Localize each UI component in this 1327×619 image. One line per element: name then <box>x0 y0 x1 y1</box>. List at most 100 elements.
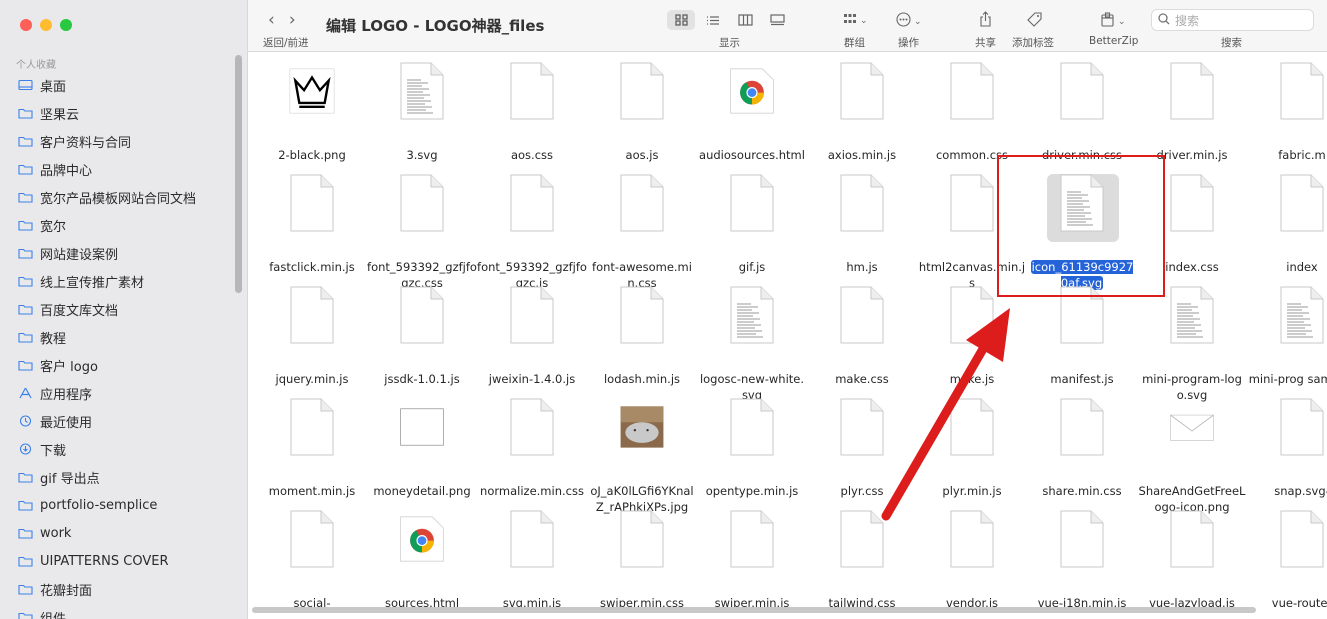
minimize-button[interactable] <box>40 19 52 31</box>
file-name: 3.svg <box>406 148 438 162</box>
document-icon <box>697 286 807 350</box>
tag-button[interactable] <box>1027 12 1042 31</box>
folder-icon <box>18 359 33 371</box>
sidebar-item[interactable]: UIPATTERNS COVER <box>18 547 230 575</box>
file-name: 2-black.png <box>278 148 346 162</box>
file-name: axios.min.js <box>827 148 897 162</box>
horizontal-scrollbar[interactable] <box>252 607 1256 613</box>
sidebar-item[interactable]: 最近使用 <box>18 407 230 435</box>
file-name: vue-router <box>1271 596 1327 610</box>
betterzip-label: BetterZip <box>1089 35 1139 47</box>
sidebar-item[interactable]: 客户资料与合同 <box>18 127 230 155</box>
list-view-icon[interactable] <box>699 10 727 30</box>
file-name: manifest.js <box>1050 372 1114 386</box>
document-icon <box>587 510 697 574</box>
file-name: jweixin-1.4.0.js <box>488 372 576 386</box>
document-icon <box>807 286 917 350</box>
document-icon <box>697 510 807 574</box>
sidebar-item[interactable]: 网站建设案例 <box>18 239 230 267</box>
folder-icon <box>18 247 33 259</box>
ellipsis-circle-icon <box>896 12 911 31</box>
image-thumbnail-icon <box>587 398 697 462</box>
document-icon <box>1247 62 1327 126</box>
nav-buttons: ‹ › <box>268 10 296 30</box>
sidebar-item[interactable]: 桌面 <box>18 71 230 99</box>
share-icon <box>979 11 992 31</box>
sidebar-item[interactable]: 百度文库文档 <box>18 295 230 323</box>
icon-view-icon[interactable] <box>667 10 695 30</box>
action-button[interactable]: ⌄ <box>896 12 922 31</box>
document-icon <box>257 510 367 574</box>
action-label: 操作 <box>898 37 919 49</box>
chrome-html-icon <box>367 510 477 574</box>
sidebar-item[interactable]: 线上宣传推广素材 <box>18 267 230 295</box>
desktop-icon <box>18 79 33 91</box>
sidebar-item[interactable]: 组件 <box>18 603 230 619</box>
sidebar-item[interactable]: 品牌中心 <box>18 155 230 183</box>
document-icon <box>807 510 917 574</box>
share-button[interactable] <box>979 11 992 31</box>
sidebar-item[interactable]: 下载 <box>18 435 230 463</box>
sidebar-item-label: 坚果云 <box>40 107 80 123</box>
sidebar-item-label: UIPATTERNS COVER <box>40 553 169 569</box>
sidebar-scrollbar[interactable] <box>235 55 242 293</box>
sidebar-item-label: 品牌中心 <box>40 163 93 179</box>
document-icon <box>807 398 917 462</box>
sidebar-item-label: work <box>40 525 72 541</box>
folder-icon <box>18 331 33 343</box>
document-icon <box>1247 286 1327 350</box>
document-icon <box>1027 62 1137 126</box>
sidebar-item[interactable]: 花瓣封面 <box>18 575 230 603</box>
share-label: 共享 <box>975 37 996 49</box>
sidebar-item-label: 教程 <box>40 331 67 347</box>
search-field[interactable]: 搜索 <box>1151 9 1314 31</box>
file-name: jssdk-1.0.1.js <box>384 372 460 386</box>
sidebar-section-title: 个人收藏 <box>16 60 56 71</box>
file-name: audiosources.html <box>699 148 805 162</box>
sidebar-item[interactable]: work <box>18 519 230 547</box>
tag-icon <box>1027 12 1042 31</box>
folder-icon <box>18 163 33 175</box>
sidebar-item-label: 桌面 <box>40 79 67 95</box>
document-icon <box>257 398 367 462</box>
sidebar-item[interactable]: 客户 logo <box>18 351 230 379</box>
sidebar-item-label: 客户 logo <box>40 359 98 375</box>
document-icon <box>587 174 697 238</box>
sidebar-item[interactable]: portfolio-semplice <box>18 491 230 519</box>
betterzip-button[interactable]: ⌄ <box>1100 12 1126 31</box>
sidebar-item[interactable]: 教程 <box>18 323 230 351</box>
file-name: hm.js <box>846 260 878 274</box>
forward-arrow-icon[interactable]: › <box>289 10 296 30</box>
column-view-icon[interactable] <box>731 10 759 30</box>
sidebar-item[interactable]: 宽尔 <box>18 211 230 239</box>
group-button[interactable]: ⌄ <box>843 13 868 29</box>
folder-icon <box>18 471 33 483</box>
file-name: normalize.min.css <box>480 484 584 498</box>
sidebar-item-label: 下载 <box>40 443 67 459</box>
document-icon <box>697 398 807 462</box>
sidebar-item[interactable]: 宽尔产品模板网站合同文档 <box>18 183 230 211</box>
document-icon <box>917 398 1027 462</box>
document-icon <box>477 174 587 238</box>
close-button[interactable] <box>20 19 32 31</box>
image-thumbnail-icon <box>367 398 477 462</box>
gallery-view-icon[interactable] <box>763 10 791 30</box>
folder-icon <box>18 499 33 511</box>
file-name: fastclick.min.js <box>269 260 355 274</box>
sidebar-item[interactable]: gif 导出点 <box>18 463 230 491</box>
folder-icon <box>18 611 33 619</box>
file-name: fabric.m <box>1278 148 1326 162</box>
zoom-button[interactable] <box>60 19 72 31</box>
document-icon <box>1247 398 1327 462</box>
sidebar-item[interactable]: 应用程序 <box>18 379 230 407</box>
sidebar-item-label: 最近使用 <box>40 415 93 431</box>
document-icon <box>1137 62 1247 126</box>
folder-icon <box>18 583 33 595</box>
tag-label: 添加标签 <box>1012 37 1054 49</box>
file-name: plyr.css <box>840 484 884 498</box>
archive-icon <box>1100 12 1115 31</box>
sidebar-item[interactable]: 坚果云 <box>18 99 230 127</box>
back-arrow-icon[interactable]: ‹ <box>268 10 275 30</box>
image-thumbnail-icon <box>1137 398 1247 462</box>
document-icon <box>477 286 587 350</box>
